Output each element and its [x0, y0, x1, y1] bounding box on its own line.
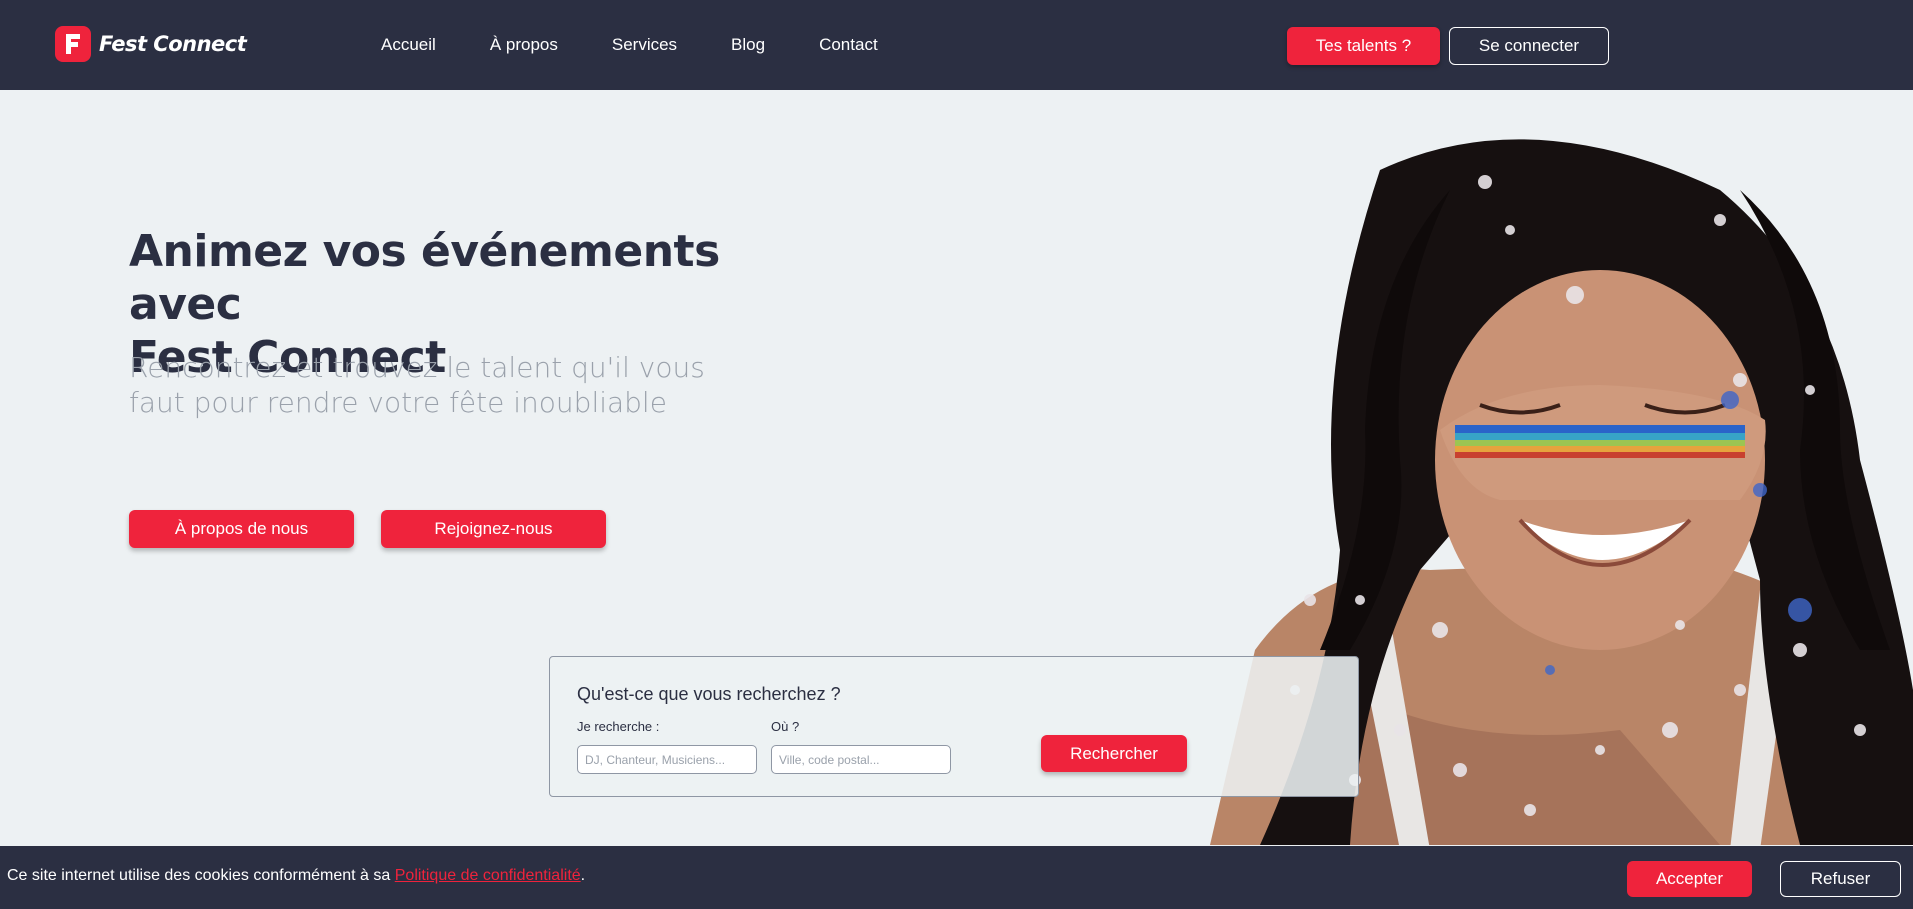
about-us-button[interactable]: À propos de nous	[129, 510, 354, 548]
search-where-input[interactable]	[771, 745, 951, 774]
hero-subtitle: Rencontrez et trouvez le talent qu'il vo…	[129, 350, 749, 420]
accept-cookies-button[interactable]: Accepter	[1627, 861, 1752, 897]
cookie-banner: Ce site internet utilise des cookies con…	[0, 846, 1913, 909]
nav-contact[interactable]: Contact	[819, 35, 878, 55]
hero-subtitle-line2: faut pour rendre votre fête inoubliable	[129, 386, 667, 419]
search-submit-button[interactable]: Rechercher	[1041, 735, 1187, 772]
nav-blog[interactable]: Blog	[731, 35, 765, 55]
main-nav: Accueil À propos Services Blog Contact	[381, 0, 932, 90]
search-what-input[interactable]	[577, 745, 757, 774]
search-what-label: Je recherche :	[577, 719, 660, 734]
nav-accueil[interactable]: Accueil	[381, 35, 436, 55]
hero-subtitle-line1: Rencontrez et trouvez le talent qu'il vo…	[129, 351, 705, 384]
logo-f-icon	[55, 26, 91, 62]
search-title: Qu'est-ce que vous recherchez ?	[577, 684, 841, 704]
talents-button[interactable]: Tes talents ?	[1287, 27, 1440, 65]
privacy-policy-link[interactable]: Politique de confidentialité	[395, 867, 581, 884]
hero-title-line1: Animez vos événements avec	[129, 226, 720, 330]
top-navbar: Fest Connect Accueil À propos Services B…	[0, 0, 1913, 90]
refuse-cookies-button[interactable]: Refuser	[1780, 861, 1901, 897]
cookie-suffix: .	[580, 867, 586, 884]
search-where-label: Où ?	[771, 719, 800, 734]
join-us-button[interactable]: Rejoignez-nous	[381, 510, 606, 548]
search-card: Qu'est-ce que vous recherchez ? Je reche…	[549, 656, 1359, 797]
brand-logo[interactable]: Fest Connect	[55, 26, 247, 62]
nav-services[interactable]: Services	[612, 35, 677, 55]
brand-name: Fest Connect	[99, 32, 247, 56]
cookie-text: Ce site internet utilise des cookies con…	[7, 867, 395, 884]
cookie-message: Ce site internet utilise des cookies con…	[7, 867, 585, 885]
nav-a-propos[interactable]: À propos	[490, 35, 558, 55]
login-button[interactable]: Se connecter	[1449, 27, 1609, 65]
